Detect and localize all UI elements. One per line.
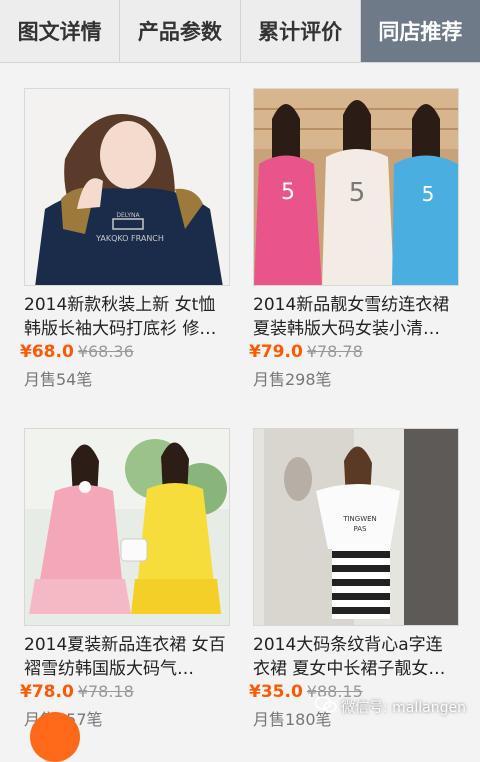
svg-text:PAS: PAS <box>353 525 367 533</box>
product-title[interactable]: 2014大码条纹背心a字连衣裙 夏女中长裙子靓女… <box>253 633 459 681</box>
product-image[interactable]: 5 5 5 <box>253 88 459 286</box>
product-price: ¥78.0 <box>20 682 74 702</box>
product-price: ¥79.0 <box>249 342 303 362</box>
product-photo: DELYNA YAKQKO FRANCH <box>25 89 229 285</box>
original-price: ¥68.36 <box>77 342 134 361</box>
product-image[interactable] <box>24 428 230 626</box>
monthly-sales: 月售54笔 <box>24 370 93 389</box>
product-title[interactable]: 2014新款秋装上新 女t恤韩版长袖大码打底衫 修… <box>24 293 230 341</box>
floating-cart-button[interactable] <box>30 712 80 762</box>
tab-bar: 图文详情 产品参数 累计评价 同店推荐 <box>0 0 480 63</box>
product-price: ¥68.0 <box>20 342 74 362</box>
tab-reviews[interactable]: 累计评价 <box>241 0 361 62</box>
monthly-sales: 月售298笔 <box>253 370 332 389</box>
price-row: ¥78.0 ¥78.18 <box>20 682 134 702</box>
product-image-text: DELYNA <box>116 212 140 219</box>
product-photo <box>25 429 229 625</box>
watermark-text: 微信号: mallangen <box>341 700 466 716</box>
product-photo: 5 5 5 <box>254 89 458 285</box>
tab-shop-recommend[interactable]: 同店推荐 <box>360 0 480 62</box>
watermark: 微信号: mallangen <box>314 696 466 718</box>
product-photo: TINGWEN PAS <box>254 429 458 625</box>
price-row: ¥68.0 ¥68.36 <box>20 342 134 362</box>
tab-params[interactable]: 产品参数 <box>120 0 241 62</box>
striped-skirt <box>332 549 390 619</box>
wechat-icon <box>314 696 337 718</box>
product-title[interactable]: 2014夏装新品连衣裙 女百褶雪纺韩国版大码气… <box>24 633 230 681</box>
original-price: ¥78.18 <box>77 682 134 701</box>
svg-text:5: 5 <box>281 180 295 205</box>
product-image[interactable]: DELYNA YAKQKO FRANCH <box>24 88 230 286</box>
svg-text:YAKQKO FRANCH: YAKQKO FRANCH <box>95 234 164 243</box>
svg-text:5: 5 <box>422 182 435 206</box>
product-image-text: TINGWEN <box>342 515 377 523</box>
product-price: ¥35.0 <box>249 682 303 702</box>
price-row: ¥79.0 ¥78.78 <box>249 342 363 362</box>
tab-detail[interactable]: 图文详情 <box>0 0 121 62</box>
original-price: ¥78.78 <box>306 342 363 361</box>
product-image-text: 5 <box>349 178 366 208</box>
product-title[interactable]: 2014新品靓女雪纺连衣裙夏装韩版大码女装小清… <box>253 293 459 341</box>
product-image[interactable]: TINGWEN PAS <box>253 428 459 626</box>
